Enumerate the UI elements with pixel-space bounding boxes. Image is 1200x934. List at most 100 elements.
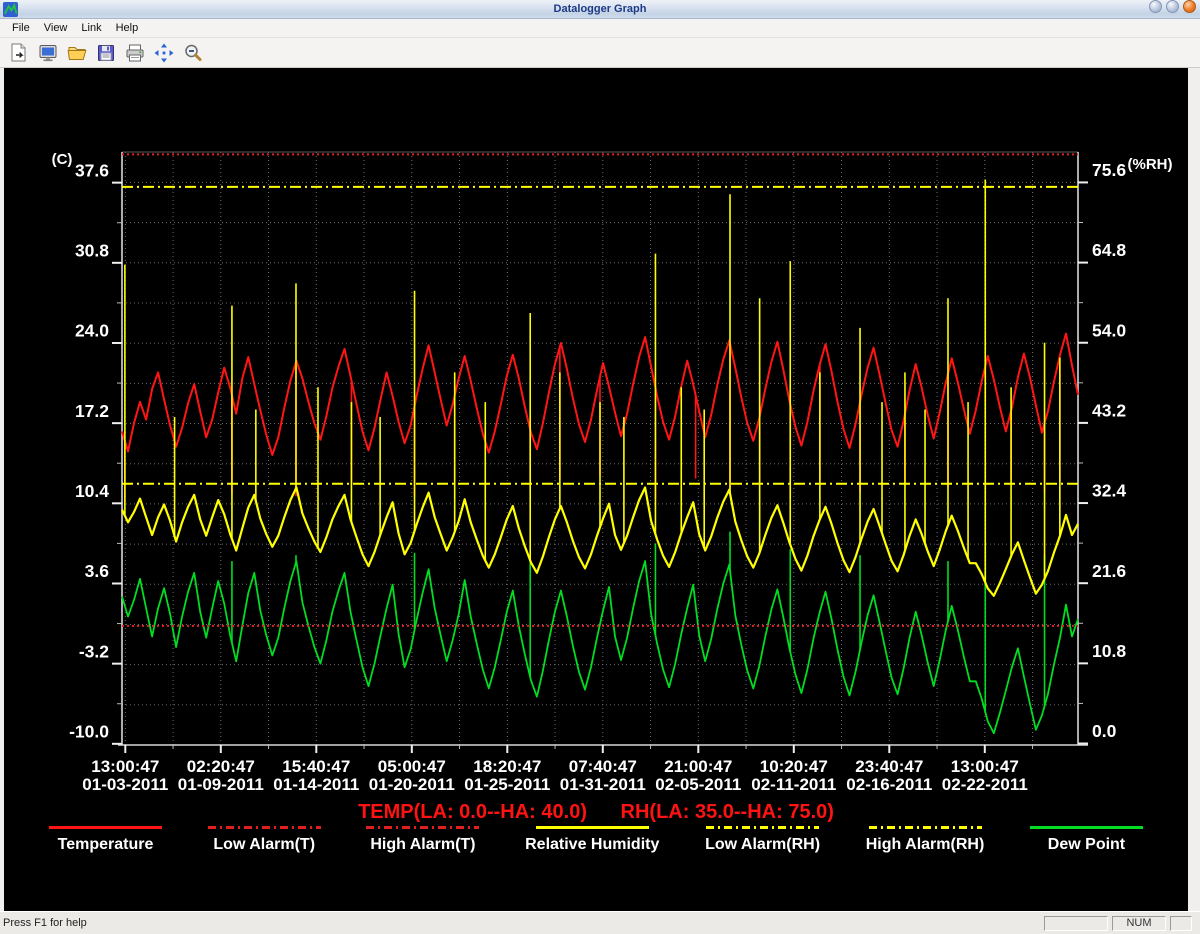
legend-item: High Alarm(T) [366, 821, 479, 854]
legend-label: Temperature [58, 836, 154, 854]
svg-text:43.2: 43.2 [1092, 401, 1126, 421]
chart-panel: (C)37.6 30.8 24.0 17.2 10.4 3.6 -3.2 -10.0 (%RH)… [4, 68, 1188, 911]
save-file-icon [95, 42, 117, 64]
svg-text:01-25-2011: 01-25-2011 [464, 775, 550, 794]
svg-text:07:40:47: 07:40:47 [569, 757, 637, 776]
svg-text:15:40:47: 15:40:47 [282, 757, 350, 776]
window-controls [1149, 0, 1196, 13]
legend-label: Relative Humidity [525, 836, 659, 854]
chart-svg[interactable]: (C)37.6 30.8 24.0 17.2 10.4 3.6 -3.2 -10.0 (%RH)… [4, 68, 1188, 911]
toolbar [0, 38, 1200, 68]
app-window: Datalogger Graph File View Link Help [0, 0, 1200, 934]
svg-text:18:20:47: 18:20:47 [473, 757, 541, 776]
svg-text:13:00:47: 13:00:47 [91, 757, 159, 776]
legend-line-sample [869, 826, 982, 829]
zoom-reset-button[interactable] [151, 40, 177, 65]
svg-text:02-22-2011: 02-22-2011 [942, 775, 1028, 794]
zoom-reset-icon [153, 42, 175, 64]
legend-item: Low Alarm(T) [208, 821, 321, 854]
svg-text:01-14-2011: 01-14-2011 [273, 775, 359, 794]
svg-text:10.4: 10.4 [75, 481, 109, 501]
titlebar: Datalogger Graph [0, 0, 1200, 19]
save-file-button[interactable] [93, 40, 119, 65]
svg-text:17.2: 17.2 [75, 401, 109, 421]
svg-text:01-09-2011: 01-09-2011 [178, 775, 264, 794]
open-file-button[interactable] [64, 40, 90, 65]
legend-line-sample [536, 826, 649, 829]
svg-text:0.0: 0.0 [1092, 721, 1117, 741]
svg-text:13:00:47: 13:00:47 [951, 757, 1019, 776]
legend-item: Dew Point [1030, 821, 1143, 854]
chart-legend: Temperature Low Alarm(T) High Alarm(T) Rela… [49, 821, 1143, 854]
svg-text:02:20:47: 02:20:47 [187, 757, 255, 776]
svg-text:10:20:47: 10:20:47 [760, 757, 828, 776]
realtime-monitor-icon [37, 42, 59, 64]
svg-text:10.8: 10.8 [1092, 641, 1126, 661]
legend-item: High Alarm(RH) [866, 821, 985, 854]
svg-text:54.0: 54.0 [1092, 320, 1126, 340]
legend-line-sample [208, 826, 321, 829]
svg-text:02-16-2011: 02-16-2011 [846, 775, 932, 794]
menubar: File View Link Help [0, 19, 1200, 38]
window-title: Datalogger Graph [0, 3, 1200, 15]
close-button[interactable] [1183, 0, 1196, 13]
alarm-summary-rh: RH(LA: 35.0--HA: 75.0) [621, 801, 834, 823]
svg-text:-3.2: -3.2 [79, 641, 109, 661]
svg-text:02-05-2011: 02-05-2011 [655, 775, 741, 794]
svg-text:(%RH): (%RH) [1128, 156, 1173, 173]
export-data-icon [8, 42, 30, 64]
status-help-text: Press F1 for help [3, 917, 1040, 929]
svg-text:02-11-2011: 02-11-2011 [751, 775, 836, 794]
legend-line-sample [366, 826, 479, 829]
status-panel-num: NUM [1112, 916, 1166, 931]
legend-item: Low Alarm(RH) [705, 821, 820, 854]
print-icon [124, 42, 146, 64]
svg-text:32.4: 32.4 [1092, 481, 1126, 501]
status-panel-right [1170, 916, 1192, 931]
zoom-out-button[interactable] [180, 40, 206, 65]
svg-text:75.6: 75.6 [1092, 160, 1126, 180]
svg-text:21.6: 21.6 [1092, 561, 1126, 581]
open-file-icon [66, 42, 88, 64]
minimize-button[interactable] [1149, 0, 1162, 13]
status-panel-empty [1044, 916, 1108, 931]
legend-line-sample [1030, 826, 1143, 829]
legend-label: Low Alarm(RH) [705, 836, 820, 854]
svg-text:(C): (C) [52, 151, 73, 168]
svg-text:37.6: 37.6 [75, 160, 109, 180]
statusbar: Press F1 for help NUM [0, 911, 1200, 934]
svg-text:-10.0: -10.0 [69, 721, 109, 741]
svg-text:21:00:47: 21:00:47 [664, 757, 732, 776]
legend-label: High Alarm(T) [370, 836, 475, 854]
y-axis-right: (%RH)75.6 64.8 54.0 43.2 32.4 21.6 10.8 0.0 [1078, 156, 1173, 744]
svg-text:01-03-2011: 01-03-2011 [82, 775, 168, 794]
export-data-button[interactable] [6, 40, 32, 65]
print-button[interactable] [122, 40, 148, 65]
svg-text:30.8: 30.8 [75, 240, 109, 260]
maximize-button[interactable] [1166, 0, 1179, 13]
realtime-monitor-button[interactable] [35, 40, 61, 65]
legend-line-sample [49, 826, 162, 829]
legend-label: Low Alarm(T) [213, 836, 315, 854]
svg-text:05:00:47: 05:00:47 [378, 757, 446, 776]
legend-label: Dew Point [1048, 836, 1125, 854]
svg-text:3.6: 3.6 [85, 561, 110, 581]
legend-item: Relative Humidity [525, 821, 659, 854]
client-area: (C)37.6 30.8 24.0 17.2 10.4 3.6 -3.2 -10.0 (%RH)… [0, 68, 1200, 911]
svg-text:23:40:47: 23:40:47 [855, 757, 923, 776]
menu-item-view[interactable]: View [37, 20, 75, 36]
svg-text:01-20-2011: 01-20-2011 [369, 775, 455, 794]
legend-label: High Alarm(RH) [866, 836, 985, 854]
menu-item-help[interactable]: Help [109, 20, 146, 36]
zoom-out-icon [182, 42, 204, 64]
alarm-summary-temp: TEMP(LA: 0.0--HA: 40.0) [358, 801, 587, 823]
x-axis: 13:00:4701-03-201102:20:4701-09-201115:4… [82, 745, 1032, 794]
svg-text:64.8: 64.8 [1092, 240, 1126, 260]
svg-text:01-31-2011: 01-31-2011 [560, 775, 646, 794]
menu-item-file[interactable]: File [5, 20, 37, 36]
legend-line-sample [706, 826, 819, 829]
svg-text:24.0: 24.0 [75, 321, 109, 341]
y-axis-left: (C)37.6 30.8 24.0 17.2 10.4 3.6 -3.2 -10.0 [52, 151, 122, 744]
legend-item: Temperature [49, 821, 162, 854]
menu-item-link[interactable]: Link [74, 20, 108, 36]
